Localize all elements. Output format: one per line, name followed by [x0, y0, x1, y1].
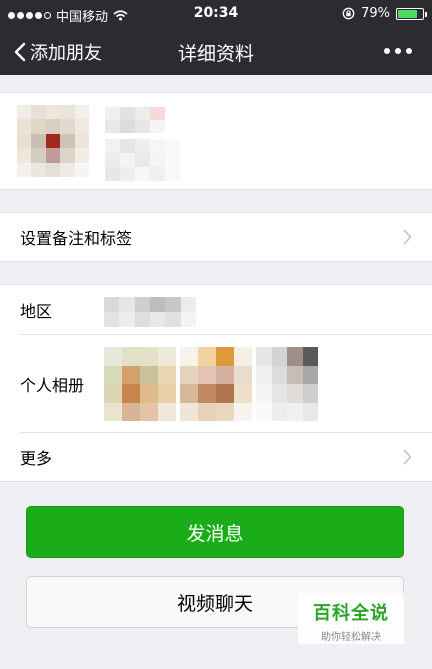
profile-card[interactable]: [0, 92, 432, 190]
album-photo-1: [104, 347, 176, 421]
watermark-logo: 百科全说 助你轻松解决: [298, 593, 404, 644]
album-photo-2: [180, 347, 252, 421]
album-photo-3: [256, 347, 318, 421]
profile-name-blurred: [105, 107, 165, 133]
more-label: 更多: [20, 449, 53, 468]
region-label: 地区: [20, 302, 53, 321]
status-right: 79%: [342, 6, 427, 21]
remark-tags-label: 设置备注和标签: [20, 229, 133, 248]
avatar: [17, 105, 89, 177]
battery-icon: [396, 7, 427, 20]
send-message-button[interactable]: 发消息: [26, 506, 404, 558]
battery-percent: 79%: [361, 6, 390, 21]
album-label: 个人相册: [20, 375, 85, 395]
battery-fill: [398, 9, 417, 18]
status-bar: 中国移动 20:34 79%: [0, 0, 432, 28]
remark-tags-row[interactable]: 设置备注和标签: [0, 213, 432, 261]
region-row: 地区: [0, 285, 432, 335]
profile-id-blurred: [105, 139, 195, 181]
nav-bar: 添加朋友 详细资料: [0, 28, 432, 75]
remark-tags-section: 设置备注和标签: [0, 212, 432, 262]
watermark-title: 百科全说: [313, 603, 389, 624]
more-row[interactable]: 更多: [0, 433, 432, 481]
info-section: 地区 个人相册 更多: [0, 284, 432, 482]
chevron-right-icon: [403, 449, 412, 465]
rotation-lock-icon: [342, 7, 355, 20]
chevron-right-icon: [403, 229, 412, 245]
page-title: 详细资料: [177, 43, 254, 65]
more-dots-icon[interactable]: [384, 48, 412, 54]
region-value-blurred: [104, 297, 196, 327]
watermark-subtitle: 助你轻松解决: [321, 632, 381, 643]
